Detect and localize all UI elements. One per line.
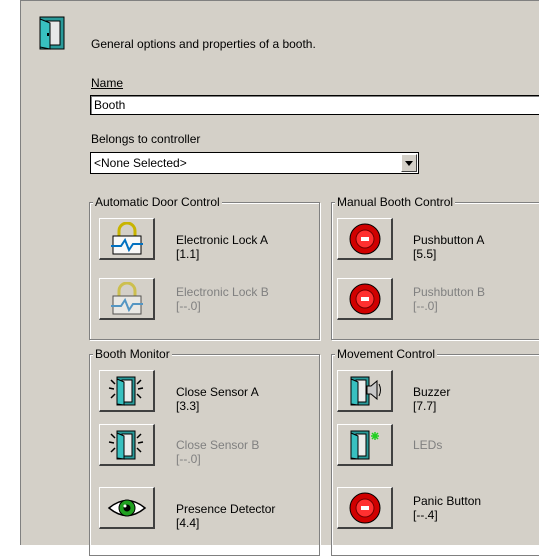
item-name: LEDs [413, 438, 443, 452]
item-address: [7.7] [413, 399, 437, 413]
close-sensor-a-text: Close Sensor A [3.3] [176, 385, 259, 413]
lock-icon [110, 281, 143, 314]
close-sensor-b-button[interactable] [99, 424, 155, 466]
presence-detector-button[interactable] [99, 487, 155, 529]
door-sensor-icon [108, 376, 143, 406]
item-address: [--.0] [176, 299, 201, 313]
group-title: Movement Control [335, 347, 438, 361]
presence-detector-text: Presence Detector [4.4] [176, 502, 275, 530]
electronic-lock-b-button[interactable] [99, 278, 155, 320]
group-title: Automatic Door Control [93, 195, 222, 209]
name-input[interactable] [90, 95, 539, 115]
item-name: Pushbutton B [413, 285, 486, 299]
leds-button[interactable] [337, 424, 393, 466]
item-address: [--.4] [413, 508, 438, 522]
pushbutton-b-text: Pushbutton B [--.0] [413, 285, 485, 313]
item-address: [5.5] [413, 247, 437, 261]
controller-label: Belongs to controller [91, 132, 200, 146]
item-address: [1.1] [176, 247, 200, 261]
red-button-icon [349, 223, 380, 254]
pushbutton-a-button[interactable] [337, 218, 393, 260]
led-icon [350, 430, 379, 460]
booth-door-icon [36, 15, 70, 51]
item-address: [--.0] [176, 452, 201, 466]
pushbutton-a-text: Pushbutton A [5.5] [413, 233, 484, 261]
item-name: Close Sensor B [176, 438, 260, 452]
booth-properties-dialog: General options and properties of a boot… [20, 0, 539, 556]
close-sensor-b-text: Close Sensor B [--.0] [176, 438, 259, 466]
item-name: Electronic Lock A [176, 233, 269, 247]
door-sensor-icon [108, 430, 143, 460]
name-label: Name [91, 76, 123, 90]
header-description: General options and properties of a boot… [91, 37, 316, 51]
electronic-lock-a-text: Electronic Lock A [1.1] [176, 233, 268, 261]
item-name: Panic Button [413, 494, 482, 508]
item-address: [4.4] [176, 516, 200, 530]
red-button-icon [349, 492, 380, 523]
controller-select-value: <None Selected> [94, 156, 187, 170]
eye-icon [107, 499, 146, 516]
group-title: Booth Monitor [93, 347, 172, 361]
controller-label-text: Belongs to controller [91, 132, 201, 146]
close-sensor-a-button[interactable] [99, 370, 155, 412]
item-name: Electronic Lock B [176, 285, 269, 299]
item-name: Close Sensor A [176, 385, 259, 399]
item-address: [--.0] [413, 299, 438, 313]
pushbutton-b-button[interactable] [337, 278, 393, 320]
item-address: [3.3] [176, 399, 200, 413]
panic-button-button[interactable] [337, 487, 393, 529]
lock-icon [110, 221, 143, 254]
red-button-icon [349, 283, 380, 314]
item-name: Presence Detector [176, 502, 276, 516]
buzzer-button[interactable] [337, 370, 393, 412]
buzzer-text: Buzzer [7.7] [413, 385, 450, 413]
panic-button-text: Panic Button [--.4] [413, 494, 481, 522]
group-title: Manual Booth Control [335, 195, 456, 209]
chevron-down-icon[interactable] [401, 154, 417, 172]
leds-text: LEDs [413, 438, 442, 452]
item-name: Buzzer [413, 385, 451, 399]
electronic-lock-b-text: Electronic Lock B [--.0] [176, 285, 269, 313]
name-label-text: Name [91, 76, 124, 90]
electronic-lock-a-button[interactable] [99, 218, 155, 260]
buzzer-icon [350, 376, 381, 406]
controller-select[interactable]: <None Selected> [90, 152, 419, 174]
item-name: Pushbutton A [413, 233, 485, 247]
